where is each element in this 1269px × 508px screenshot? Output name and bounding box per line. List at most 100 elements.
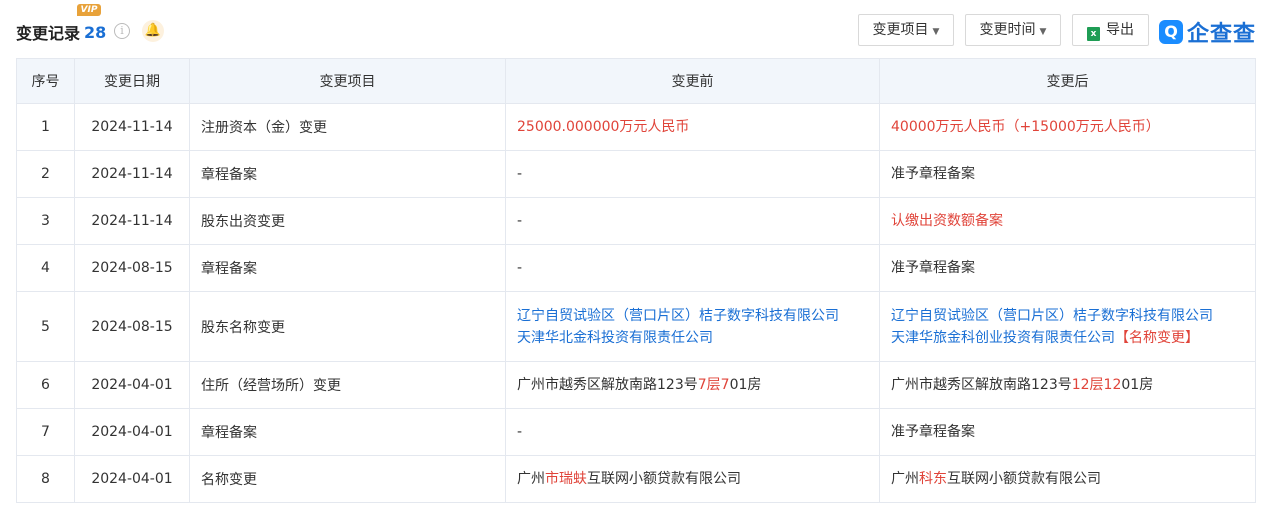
row-before-text: 广州市越秀区解放南路123号 [517,377,698,393]
row-after-text: 【名称变更】 [1115,329,1199,346]
row-before: - [505,150,880,198]
table-row: 3 2024-11-14 股东出资变更 - 认缴出资数额备案 [16,197,1256,245]
row-before-text: - [517,424,523,440]
row-after-line: 准予章程备案 [891,163,1244,185]
row-before-line: 25000.000000万元人民币 [517,116,868,138]
row-before-text: 7层7 [697,377,730,393]
row-after-text: 准予章程备案 [891,424,975,440]
row-date: 2024-11-14 [74,103,190,151]
row-before: - [505,197,880,245]
section-title: 变更记录 28 [16,20,106,44]
vip-badge: VIP [77,4,101,16]
row-after-text[interactable]: 天津华旅金科创业投资有限责任公司 [891,330,1115,346]
table-row: 7 2024-04-01 章程备案 - 准予章程备案 [16,408,1256,456]
table-row: 2 2024-11-14 章程备案 - 准予章程备案 [16,150,1256,198]
row-after-line: 认缴出资数额备案 [891,210,1244,232]
row-before-text[interactable]: 辽宁自贸试验区（营口片区）桔子数字科技有限公司 [517,308,839,324]
row-before-text[interactable]: 天津华北金科投资有限责任公司 [517,330,713,346]
column-header-before: 变更前 [505,58,880,104]
row-date: 2024-04-01 [74,408,190,456]
column-header-date: 变更日期 [74,58,190,104]
row-after-text: 广州市越秀区解放南路123号 [891,377,1072,393]
row-before-text: 01房 [729,377,762,393]
row-before-line: - [517,257,868,279]
row-date: 2024-08-15 [74,291,190,362]
row-change-item: 股东出资变更 [189,197,506,245]
row-after-line: 准予章程备案 [891,421,1244,443]
bell-icon[interactable]: 🔔 [142,20,164,42]
row-before: 广州市瑞蚨互联网小额贷款有限公司 [505,455,880,503]
row-date: 2024-08-15 [74,244,190,292]
row-date: 2024-04-01 [74,455,190,503]
row-after: 准予章程备案 [879,244,1256,292]
row-number: 2 [16,150,75,198]
change-records-table: 序号 变更日期 变更项目 变更前 变更后 1 2024-11-14 注册资本（金）变… [16,58,1256,503]
row-before-text: - [517,260,523,276]
row-after: 广州科东互联网小额贷款有限公司 [879,455,1256,503]
change-time-filter-button[interactable]: 变更时间 ▼ [965,14,1061,46]
row-after-line: 广州市越秀区解放南路123号12层1201房 [891,374,1244,396]
row-before-line: 辽宁自贸试验区（营口片区）桔子数字科技有限公司 [517,305,868,327]
row-after: 准予章程备案 [879,150,1256,198]
table-header-row: 序号 变更日期 变更项目 变更前 变更后 [16,58,1256,104]
table-row: 5 2024-08-15 股东名称变更 辽宁自贸试验区（营口片区）桔子数字科技有限公司… [16,291,1256,362]
table-row: 1 2024-11-14 注册资本（金）变更 25000.000000万元人民币 400… [16,103,1256,151]
row-before: 25000.000000万元人民币 [505,103,880,151]
row-before-line: 广州市瑞蚨互联网小额贷款有限公司 [517,468,868,490]
row-number: 3 [16,197,75,245]
row-date: 2024-11-14 [74,197,190,245]
row-after-line: 广州科东互联网小额贷款有限公司 [891,468,1244,490]
row-change-item: 股东名称变更 [189,291,506,362]
row-after-text: 40000万元人民币（+15000万元人民币） [891,119,1160,135]
row-before-text: - [517,213,523,229]
column-header-after: 变更后 [879,58,1256,104]
row-before-text: 广州 [517,471,545,487]
brand-logo: Q 企查查 [1159,16,1256,48]
row-change-item: 章程备案 [189,150,506,198]
export-button[interactable]: x 导出 [1072,14,1149,46]
table-row: 6 2024-04-01 住所（经营场所）变更 广州市越秀区解放南路123号7层701… [16,361,1256,409]
row-after-text: 12层12 [1071,377,1122,393]
change-item-filter-label: 变更项目 [872,22,929,38]
row-number: 8 [16,455,75,503]
row-before: 广州市越秀区解放南路123号7层701房 [505,361,880,409]
row-number: 6 [16,361,75,409]
row-after-text: 准予章程备案 [891,166,975,182]
row-after: 辽宁自贸试验区（营口片区）桔子数字科技有限公司 天津华旅金科创业投资有限责任公司【… [879,291,1256,362]
column-header-no: 序号 [16,58,75,104]
row-after-text: 互联网小额贷款有限公司 [947,471,1101,487]
row-date: 2024-04-01 [74,361,190,409]
row-before-text: - [517,166,523,182]
row-after: 40000万元人民币（+15000万元人民币） [879,103,1256,151]
export-label: 导出 [1106,22,1134,38]
column-header-item: 变更项目 [189,58,506,104]
row-after: 准予章程备案 [879,408,1256,456]
row-after: 认缴出资数额备案 [879,197,1256,245]
row-change-item: 注册资本（金）变更 [189,103,506,151]
row-after-text[interactable]: 辽宁自贸试验区（营口片区）桔子数字科技有限公司 [891,308,1213,324]
row-before-text: 互联网小额贷款有限公司 [587,471,741,487]
row-before-line: - [517,163,868,185]
row-number: 4 [16,244,75,292]
table-row: 4 2024-08-15 章程备案 - 准予章程备案 [16,244,1256,292]
row-change-item: 章程备案 [189,244,506,292]
row-before-line: - [517,210,868,232]
row-before: - [505,244,880,292]
row-before: - [505,408,880,456]
row-before-line: 天津华北金科投资有限责任公司 [517,327,868,349]
row-after: 广州市越秀区解放南路123号12层1201房 [879,361,1256,409]
row-after-line: 40000万元人民币（+15000万元人民币） [891,116,1244,138]
row-after-line: 准予章程备案 [891,257,1244,279]
row-change-item: 住所（经营场所）变更 [189,361,506,409]
change-item-filter-button[interactable]: 变更项目 ▼ [858,14,954,46]
row-before-text: 25000.000000万元人民币 [517,119,690,135]
row-after-text: 科东 [919,471,947,487]
change-time-filter-label: 变更时间 [979,22,1036,38]
info-icon[interactable]: i [114,23,130,39]
row-after-line: 辽宁自贸试验区（营口片区）桔子数字科技有限公司 [891,305,1244,327]
row-before-line: - [517,421,868,443]
row-change-item: 章程备案 [189,408,506,456]
row-before: 辽宁自贸试验区（营口片区）桔子数字科技有限公司 天津华北金科投资有限责任公司 [505,291,880,362]
qcc-logo-icon: Q [1159,20,1183,44]
row-after-text: 01房 [1121,377,1154,393]
